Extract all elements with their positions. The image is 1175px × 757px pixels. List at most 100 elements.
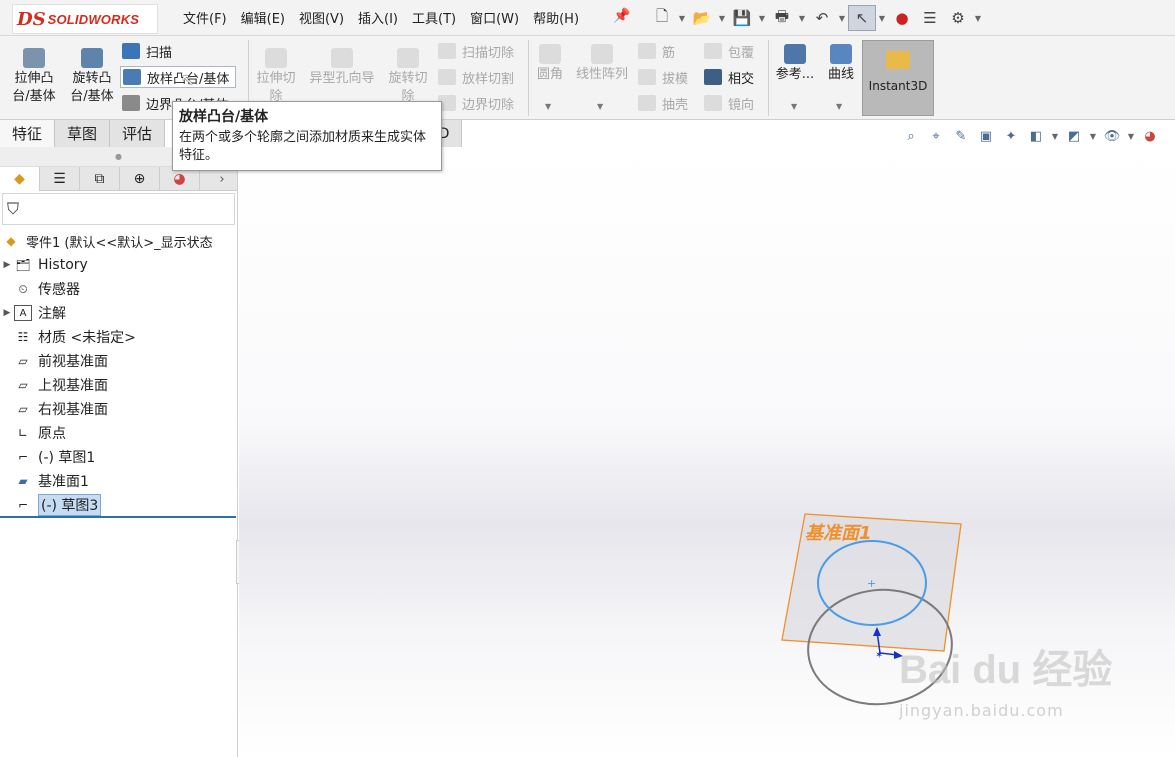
new-dropdown-icon[interactable]: ▼ bbox=[676, 5, 688, 31]
tab-sketch[interactable]: 草图 bbox=[55, 120, 111, 147]
mirror-button[interactable]: 镜向 bbox=[704, 92, 754, 114]
shell-button[interactable]: 抽壳 bbox=[638, 92, 688, 114]
expand-arrow-icon[interactable]: ▶ bbox=[0, 260, 14, 270]
revolve-boss-button[interactable]: 旋转凸 台/基体 bbox=[64, 48, 120, 106]
zoom-to-area-icon[interactable]: ⌖ bbox=[925, 126, 947, 146]
property-manager-tab-icon[interactable]: ☰ bbox=[40, 167, 80, 191]
rib-label: 筋 bbox=[662, 45, 676, 61]
intersect-icon bbox=[704, 69, 722, 85]
tree-item-annotations[interactable]: ▶ A 注解 bbox=[0, 301, 237, 325]
save-icon[interactable]: 💾 bbox=[728, 5, 756, 31]
open-folder-icon[interactable]: 📂 bbox=[688, 5, 716, 31]
tree-item-origin[interactable]: ∟ 原点 bbox=[0, 421, 237, 445]
extrude-cut-button[interactable]: 拉伸切 除 bbox=[252, 48, 300, 106]
options-gear-icon[interactable]: ⚙ bbox=[944, 5, 972, 31]
fillet-button[interactable]: 圆角 bbox=[532, 44, 568, 84]
graphics-area[interactable]: 基准面1 + ✶ Bai du 经验 jingyan.baidu.com bbox=[239, 147, 1175, 757]
tooltip-title: 放样凸台/基体 bbox=[179, 109, 269, 125]
tree-item-front-plane[interactable]: ▱ 前视基准面 bbox=[0, 349, 237, 373]
lofted-cut-button[interactable]: 放样切割 bbox=[438, 66, 514, 88]
tab-evaluate[interactable]: 评估 bbox=[110, 120, 166, 147]
previous-view-icon[interactable]: ✎ bbox=[950, 126, 972, 146]
menu-edit[interactable]: 编辑(E) bbox=[241, 8, 285, 27]
section-view-icon[interactable]: ▣ bbox=[975, 126, 997, 146]
display-dropdown-icon[interactable]: ▼ bbox=[1088, 126, 1098, 146]
view-orientation-icon[interactable]: ◧ bbox=[1025, 126, 1047, 146]
boundary-cut-button[interactable]: 边界切除 bbox=[438, 92, 514, 114]
loft-tooltip: 放样凸台/基体 在两个或多个轮廓之间添加材质来生成实体特征。 bbox=[172, 101, 442, 171]
lofted-cut-icon bbox=[438, 69, 456, 85]
separator bbox=[768, 40, 769, 116]
sweep-button[interactable]: 扫描 bbox=[122, 40, 172, 62]
tree-item-sensors[interactable]: ⏲ 传感器 bbox=[0, 277, 237, 301]
new-document-icon[interactable]: 🗋 bbox=[648, 5, 676, 31]
menu-view[interactable]: 视图(V) bbox=[299, 8, 344, 27]
tree-item-sketch3[interactable]: ⌐ (-) 草图3 bbox=[0, 493, 237, 517]
menu-tools[interactable]: 工具(T) bbox=[412, 8, 456, 27]
wrap-label: 包覆 bbox=[728, 45, 755, 61]
draft-button[interactable]: 拔模 bbox=[638, 66, 688, 88]
curves-dropdown-icon[interactable]: ▼ bbox=[836, 102, 842, 111]
appearance-icon[interactable]: ◕ bbox=[1139, 126, 1161, 146]
part-icon: ◆ bbox=[6, 234, 16, 248]
menu-help[interactable]: 帮助(H) bbox=[533, 8, 579, 27]
select-dropdown-icon[interactable]: ▼ bbox=[876, 5, 888, 31]
options-dropdown-icon[interactable]: ▼ bbox=[972, 5, 984, 31]
linear-pattern-button[interactable]: 线性阵列 bbox=[572, 44, 632, 84]
solidworks-logo[interactable]: DS SOLIDWORKS bbox=[12, 4, 158, 34]
fillet-dropdown-icon[interactable]: ▼ bbox=[545, 102, 551, 111]
tree-item-right-plane[interactable]: ▱ 右视基准面 bbox=[0, 397, 237, 421]
intersect-button[interactable]: 相交 bbox=[704, 66, 754, 88]
revolve-boss-label-1: 旋转凸 bbox=[72, 71, 112, 86]
rib-button[interactable]: 筋 bbox=[638, 40, 675, 62]
orientation-dropdown-icon[interactable]: ▼ bbox=[1050, 126, 1060, 146]
menu-window[interactable]: 窗口(W) bbox=[470, 8, 519, 27]
hole-wizard-button[interactable]: 异型孔向导 bbox=[304, 48, 380, 88]
save-dropdown-icon[interactable]: ▼ bbox=[756, 5, 768, 31]
undo-icon[interactable]: ↶ bbox=[808, 5, 836, 31]
open-dropdown-icon[interactable]: ▼ bbox=[716, 5, 728, 31]
hide-show-items-icon[interactable]: 👁 bbox=[1101, 126, 1123, 146]
reference-geometry-button[interactable]: 参考... bbox=[774, 44, 816, 84]
pin-icon[interactable]: 📌 bbox=[613, 8, 630, 24]
dynamic-annotation-icon[interactable]: ✦ bbox=[1000, 126, 1022, 146]
tree-filter[interactable]: ⛉ bbox=[2, 193, 235, 225]
curves-button[interactable]: 曲线 bbox=[822, 44, 860, 84]
extrude-boss-button[interactable]: 拉伸凸 台/基体 bbox=[8, 48, 60, 106]
print-dropdown-icon[interactable]: ▼ bbox=[796, 5, 808, 31]
feature-manager-tab-icon[interactable]: ◆ bbox=[0, 167, 40, 191]
dimxpert-manager-tab-icon[interactable]: ⊕ bbox=[120, 167, 160, 191]
tree-item-plane1[interactable]: ▰ 基准面1 bbox=[0, 469, 237, 493]
loft-button[interactable]: 放样凸台/基体 bbox=[120, 66, 237, 88]
expand-arrow-icon[interactable]: ▶ bbox=[0, 308, 14, 318]
swept-cut-button[interactable]: 扫描切除 bbox=[438, 40, 514, 62]
revolve-cut-button[interactable]: 旋转切 除 bbox=[384, 48, 432, 106]
rebuild-traffic-light-icon[interactable]: ● bbox=[888, 5, 916, 31]
pattern-dropdown-icon[interactable]: ▼ bbox=[597, 102, 603, 111]
tab-features[interactable]: 特征 bbox=[0, 120, 56, 147]
configuration-manager-tab-icon[interactable]: ⧉ bbox=[80, 167, 120, 191]
tree-item-history[interactable]: ▶ 🗂 History bbox=[0, 253, 237, 277]
undo-dropdown-icon[interactable]: ▼ bbox=[836, 5, 848, 31]
zoom-to-fit-icon[interactable]: ⌕ bbox=[900, 126, 922, 146]
menu-insert[interactable]: 插入(I) bbox=[358, 8, 398, 27]
select-pointer-icon[interactable]: ↖ bbox=[848, 5, 876, 31]
watermark-url: jingyan.baidu.com bbox=[899, 701, 1064, 720]
menu-file[interactable]: 文件(F) bbox=[183, 8, 227, 27]
logo-text: SOLIDWORKS bbox=[47, 11, 140, 27]
plane-icon: ▱ bbox=[18, 354, 28, 368]
filter-funnel-icon[interactable]: ⛉ bbox=[7, 199, 19, 219]
title-bar: DS SOLIDWORKS 文件(F) 编辑(E) 视图(V) 插入(I) 工具… bbox=[0, 0, 1175, 36]
file-properties-icon[interactable]: ☰ bbox=[916, 5, 944, 31]
tree-item-material[interactable]: ☷ 材质 <未指定> bbox=[0, 325, 237, 349]
instant3d-button[interactable]: Instant3D bbox=[862, 40, 934, 116]
wrap-button[interactable]: 包覆 bbox=[704, 40, 754, 62]
print-icon[interactable]: 🖶 bbox=[768, 5, 796, 31]
tree-item-sketch1[interactable]: ⌐ (-) 草图1 bbox=[0, 445, 237, 469]
lofted-cut-label: 放样切割 bbox=[462, 71, 515, 87]
display-style-icon[interactable]: ◩ bbox=[1063, 126, 1085, 146]
reference-dropdown-icon[interactable]: ▼ bbox=[791, 102, 797, 111]
tree-item-top-plane[interactable]: ▱ 上视基准面 bbox=[0, 373, 237, 397]
hide-show-dropdown-icon[interactable]: ▼ bbox=[1126, 126, 1136, 146]
tree-root-part[interactable]: ◆ 零件1 (默认<<默认>_显示状态 bbox=[0, 229, 237, 253]
